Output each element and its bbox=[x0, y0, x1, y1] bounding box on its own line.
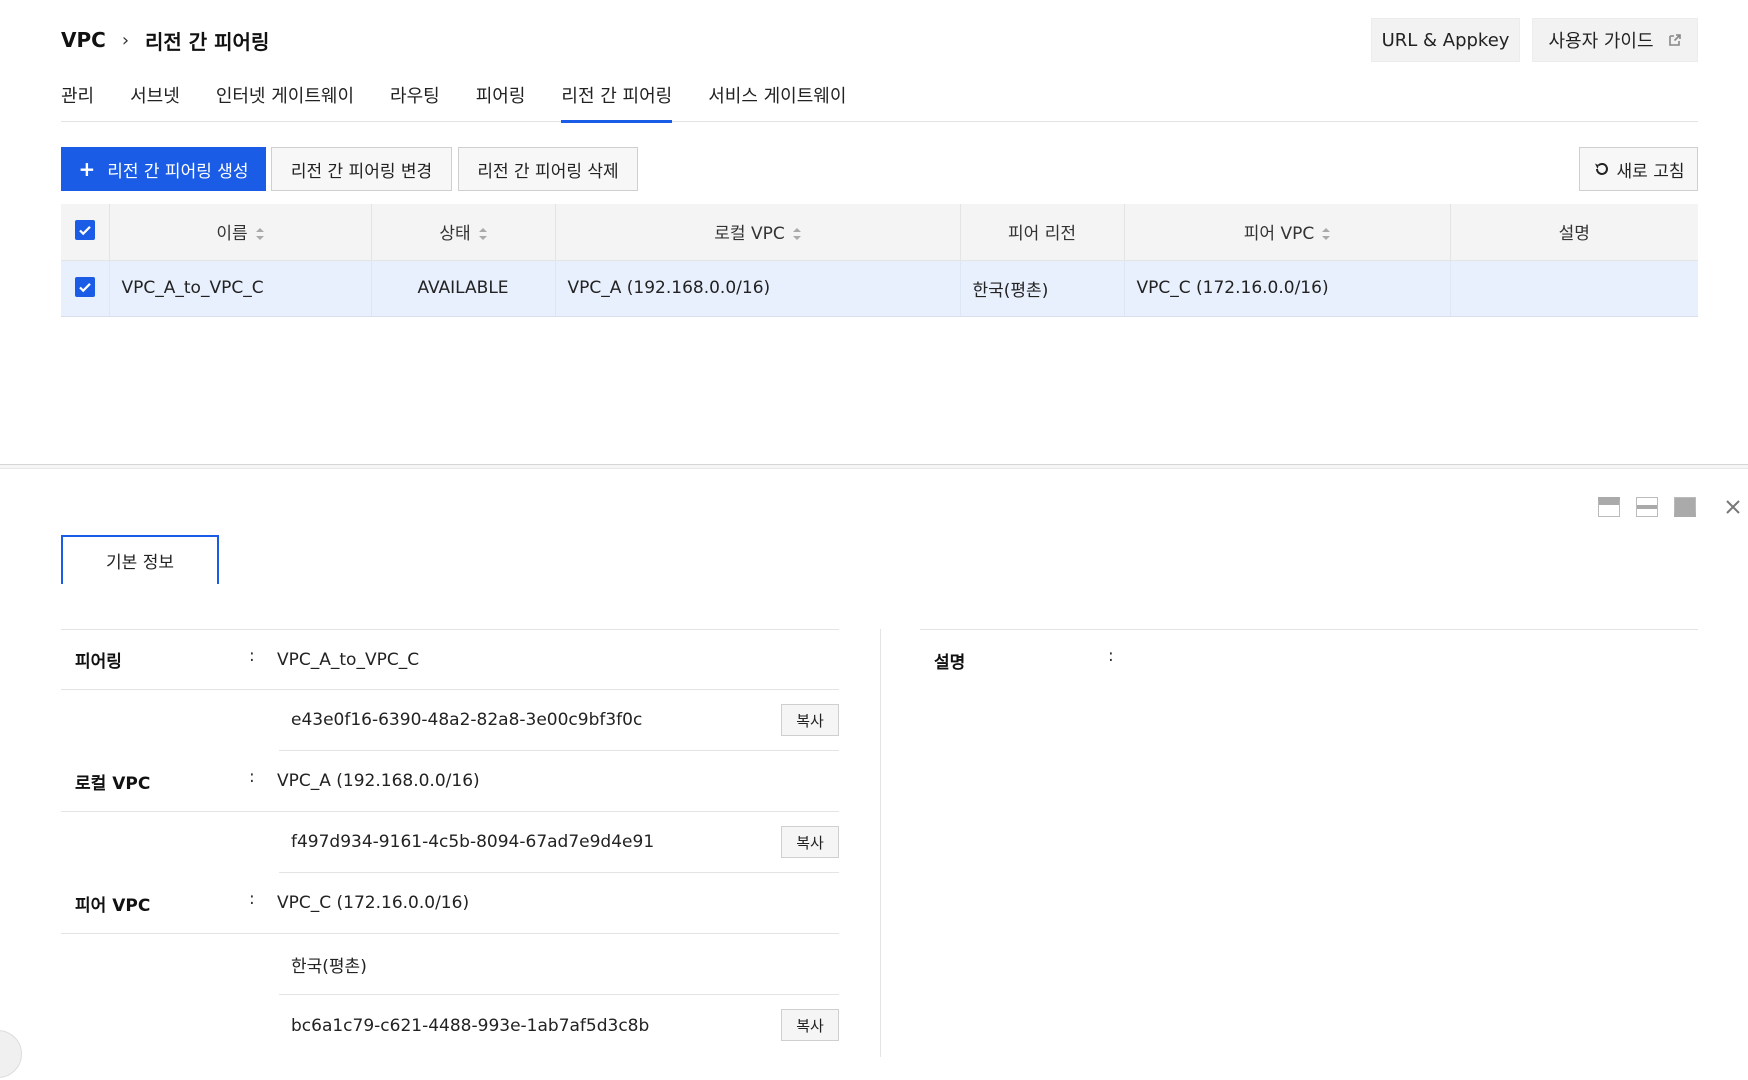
info-row-peering: 피어링 : VPC_A_to_VPC_C bbox=[61, 629, 839, 690]
cell-status: AVAILABLE bbox=[371, 259, 556, 317]
column-header-name-label: 이름 bbox=[216, 224, 248, 245]
info-value-local-vpc-id: f497d934-9161-4c5b-8094-67ad7e9d4e91 bbox=[291, 832, 655, 852]
detail-column-divider bbox=[880, 629, 881, 1057]
pane-layout-top-icon[interactable] bbox=[1598, 497, 1620, 517]
copy-local-vpc-id-button[interactable]: 복사 bbox=[781, 826, 839, 858]
tab-bar: 관리 서브넷 인터넷 게이트웨이 라우팅 피어링 리전 간 피어링 서비스 게이… bbox=[61, 74, 1698, 123]
info-colon: : bbox=[249, 767, 255, 787]
tab-peering[interactable]: 피어링 bbox=[476, 74, 526, 122]
info-row-local-vpc: 로컬 VPC : VPC_A (192.168.0.0/16) bbox=[61, 751, 839, 812]
info-colon: : bbox=[249, 889, 255, 909]
close-icon[interactable] bbox=[1724, 498, 1742, 516]
peering-table: 이름 상태 로컬 VPC 피어 리전 피어 VPC 설명 VPC_A_to_VP… bbox=[61, 204, 1698, 317]
page-title: 리전 간 피어링 bbox=[145, 29, 270, 54]
cell-peer-region: 한국(평촌) bbox=[960, 259, 1125, 317]
cell-local-vpc: VPC_A (192.168.0.0/16) bbox=[555, 259, 961, 317]
url-appkey-button[interactable]: URL & Appkey bbox=[1371, 18, 1520, 62]
info-row-peer-vpc: 피어 VPC : VPC_C (172.16.0.0/16) bbox=[61, 873, 839, 934]
info-value-peer-vpc-name: VPC_C (172.16.0.0/16) bbox=[277, 893, 470, 913]
external-link-icon bbox=[1668, 34, 1681, 46]
plus-icon: + bbox=[78, 157, 96, 181]
create-peering-label: 리전 간 피어링 생성 bbox=[107, 161, 249, 182]
tab-region-peering[interactable]: 리전 간 피어링 bbox=[561, 74, 672, 123]
column-header-peer-vpc[interactable]: 피어 VPC bbox=[1124, 204, 1451, 260]
check-icon bbox=[78, 282, 91, 292]
row-select-cell[interactable] bbox=[61, 259, 110, 317]
info-value-peer-vpc-id: bc6a1c79-c621-4488-993e-1ab7af5d3c8b bbox=[291, 1015, 650, 1036]
basic-info-list: 피어링 : VPC_A_to_VPC_C e43e0f16-6390-48a2-… bbox=[61, 629, 839, 1056]
tab-management[interactable]: 관리 bbox=[61, 74, 94, 122]
column-header-peer-vpc-label: 피어 VPC bbox=[1243, 224, 1315, 245]
info-label-description: 설명 bbox=[934, 652, 966, 673]
pane-layout-middle-icon[interactable] bbox=[1636, 497, 1658, 517]
column-header-name[interactable]: 이름 bbox=[109, 204, 372, 260]
delete-peering-button[interactable]: 리전 간 피어링 삭제 bbox=[458, 147, 638, 191]
info-label-peer-vpc: 피어 VPC bbox=[75, 895, 151, 916]
table-header-row: 이름 상태 로컬 VPC 피어 리전 피어 VPC 설명 bbox=[61, 204, 1698, 260]
copy-peering-id-button[interactable]: 복사 bbox=[781, 704, 839, 736]
row-checkbox[interactable] bbox=[74, 276, 95, 297]
column-header-description: 설명 bbox=[1450, 204, 1698, 260]
sort-icon[interactable] bbox=[1322, 228, 1331, 241]
table-row[interactable]: VPC_A_to_VPC_C AVAILABLE VPC_A (192.168.… bbox=[61, 259, 1698, 317]
refresh-button[interactable]: 새로 고침 bbox=[1579, 147, 1698, 191]
info-colon: : bbox=[1108, 646, 1114, 666]
cell-name: VPC_A_to_VPC_C bbox=[109, 259, 372, 317]
info-row-description: 설명 : bbox=[920, 629, 1698, 690]
refresh-icon bbox=[1594, 162, 1608, 175]
user-guide-label: 사용자 가이드 bbox=[1548, 31, 1654, 52]
column-header-status[interactable]: 상태 bbox=[371, 204, 556, 260]
column-header-local-vpc[interactable]: 로컬 VPC bbox=[555, 204, 961, 260]
cell-peer-vpc: VPC_C (172.16.0.0/16) bbox=[1124, 259, 1451, 317]
check-icon bbox=[78, 226, 91, 236]
tab-routing[interactable]: 라우팅 bbox=[390, 74, 440, 122]
info-row-peer-vpc-id: bc6a1c79-c621-4488-993e-1ab7af5d3c8b 복사 bbox=[279, 995, 839, 1056]
copy-peer-vpc-id-button[interactable]: 복사 bbox=[781, 1009, 839, 1041]
info-row-local-vpc-id: f497d934-9161-4c5b-8094-67ad7e9d4e91 복사 bbox=[279, 812, 839, 873]
breadcrumb-root[interactable]: VPC bbox=[61, 28, 106, 52]
tab-service-gateway[interactable]: 서비스 게이트웨이 bbox=[708, 74, 846, 122]
info-value-peering-name: VPC_A_to_VPC_C bbox=[277, 649, 420, 670]
sort-icon[interactable] bbox=[255, 228, 264, 241]
tab-basic-info[interactable]: 기본 정보 bbox=[61, 535, 219, 584]
tab-subnet[interactable]: 서브넷 bbox=[130, 74, 180, 122]
modify-peering-button[interactable]: 리전 간 피어링 변경 bbox=[271, 147, 452, 191]
floating-help-button[interactable] bbox=[0, 1030, 22, 1078]
pane-resize-divider[interactable] bbox=[0, 464, 1748, 469]
refresh-label: 새로 고침 bbox=[1616, 161, 1685, 182]
select-all-header[interactable] bbox=[61, 204, 110, 260]
create-peering-button[interactable]: + 리전 간 피어링 생성 bbox=[61, 147, 266, 191]
column-header-peer-region: 피어 리전 bbox=[960, 204, 1125, 260]
info-row-peer-region: 한국(평촌) bbox=[279, 934, 839, 995]
pane-layout-bottom-icon[interactable] bbox=[1674, 497, 1696, 517]
info-value-local-vpc-name: VPC_A (192.168.0.0/16) bbox=[277, 771, 480, 791]
sort-icon[interactable] bbox=[792, 228, 801, 241]
select-all-checkbox[interactable] bbox=[74, 220, 95, 241]
cell-description bbox=[1450, 259, 1698, 317]
info-colon: : bbox=[249, 645, 255, 666]
info-row-peering-id: e43e0f16-6390-48a2-82a8-3e00c9bf3f0c 복사 bbox=[279, 690, 839, 751]
tab-internet-gateway[interactable]: 인터넷 게이트웨이 bbox=[216, 74, 354, 122]
info-label-peering: 피어링 bbox=[75, 652, 122, 672]
info-value-peering-id: e43e0f16-6390-48a2-82a8-3e00c9bf3f0c bbox=[291, 710, 643, 730]
user-guide-button[interactable]: 사용자 가이드 bbox=[1532, 18, 1698, 62]
info-value-peer-region: 한국(평촌) bbox=[291, 956, 367, 977]
chevron-right-icon: › bbox=[121, 29, 130, 51]
column-header-status-label: 상태 bbox=[439, 224, 471, 245]
column-header-local-vpc-label: 로컬 VPC bbox=[714, 224, 785, 245]
sort-icon[interactable] bbox=[478, 228, 487, 241]
breadcrumb: VPC › 리전 간 피어링 bbox=[61, 22, 269, 58]
info-label-local-vpc: 로컬 VPC bbox=[75, 773, 151, 794]
